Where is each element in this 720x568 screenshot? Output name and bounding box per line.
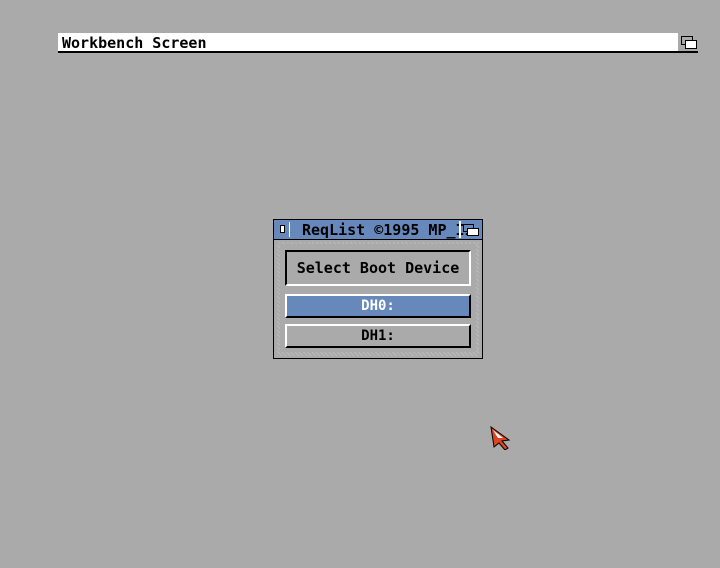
heading-box: Select Boot Device — [285, 250, 471, 286]
window-content: Select Boot Device DH0: DH1: — [280, 244, 476, 352]
screen-title: Workbench Screen — [62, 34, 207, 52]
device-button-dh1[interactable]: DH1: — [285, 324, 471, 348]
screen-depth-icon[interactable] — [676, 33, 698, 51]
device-button-dh0[interactable]: DH0: — [285, 294, 471, 318]
close-icon[interactable] — [276, 222, 290, 237]
screen-title-bar[interactable]: Workbench Screen — [58, 33, 698, 53]
mouse-pointer-icon — [490, 426, 511, 450]
window-title-bar[interactable]: ReqList ©1995 MP_II — [274, 220, 482, 240]
window-body: Select Boot Device DH0: DH1: — [277, 242, 479, 356]
window-depth-icon[interactable] — [459, 221, 481, 238]
reqlist-window: ReqList ©1995 MP_II Select Boot Device D… — [273, 219, 483, 359]
window-title: ReqList ©1995 MP_II — [302, 221, 474, 239]
heading-text: Select Boot Device — [296, 259, 460, 277]
